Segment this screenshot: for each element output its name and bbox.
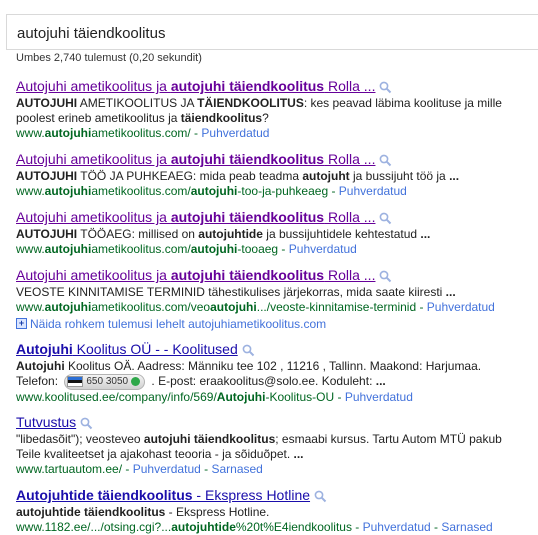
snippet-line: Autojuhi Koolitus OÄ. Aadress: Männiku t… xyxy=(16,359,482,373)
result-snippet: AUTOJUHI TÖÖAEG: millised on autojuhtide… xyxy=(16,227,536,242)
cached-link[interactable]: Puhverdatud xyxy=(363,520,431,534)
phone-number: 650 3050 xyxy=(86,376,129,387)
snippet-line: AUTOJUHI TÖÖAEG: millised on autojuhtide… xyxy=(16,227,431,241)
result-title-link[interactable]: Autojuhi ametikoolitus ja autojuhi täien… xyxy=(16,267,375,283)
search-result: Tutvustus "libedasõit"); veosteveo autoj… xyxy=(16,413,536,476)
result-snippet: AUTOJUHI TÖÖ JA PUHKEAEG: mida peab tead… xyxy=(16,169,536,184)
search-result: Autojuhtide täiendkoolitus - Ekspress Ho… xyxy=(16,486,536,534)
result-stats: Umbes 2,740 tulemust (0,20 sekundit) xyxy=(16,52,202,64)
result-title-link[interactable]: Autojuhi ametikoolitus ja autojuhi täien… xyxy=(16,209,375,225)
result-title-link[interactable]: Autojuhtide täiendkoolitus - Ekspress Ho… xyxy=(16,487,310,503)
cached-link[interactable]: Puhverdatud xyxy=(201,126,269,140)
result-title-link[interactable]: Autojuhi Koolitus OÜ - - Koolitused xyxy=(16,341,238,357)
result-url: www.koolitused.ee/company/info/569/Autoj… xyxy=(16,390,335,404)
magnifier-icon[interactable] xyxy=(314,489,327,503)
magnifier-icon[interactable] xyxy=(379,269,392,283)
result-url: www.tartuautom.ee/ xyxy=(16,462,123,476)
result-snippet: AUTOJUHI AMETIKOOLITUS JA TÄIENDKOOLITUS… xyxy=(16,96,536,126)
snippet-line: AUTOJUHI AMETIKOOLITUS JA TÄIENDKOOLITUS… xyxy=(16,96,502,110)
similar-link[interactable]: Sarnased xyxy=(441,520,492,534)
result-title-link[interactable]: Autojuhi ametikoolitus ja autojuhi täien… xyxy=(16,151,375,167)
result-title-link[interactable]: Autojuhi ametikoolitus ja autojuhi täien… xyxy=(16,78,375,94)
cached-link[interactable]: Puhverdatud xyxy=(345,390,413,404)
flag-icon xyxy=(67,375,84,387)
snippet-line: autojuhtide täiendkoolitus - Ekspress Ho… xyxy=(16,505,270,519)
snippet-line: Telefon: 650 3050 . E-post: eraakoolitus… xyxy=(16,374,536,390)
cached-link[interactable]: Puhverdatud xyxy=(427,300,495,314)
cached-link[interactable]: Puhverdatud xyxy=(339,184,407,198)
result-title-link[interactable]: Tutvustus xyxy=(16,414,76,430)
snippet-line: AUTOJUHI TÖÖ JA PUHKEAEG: mida peab tead… xyxy=(16,169,460,183)
results-list: Autojuhi ametikoolitus ja autojuhi täien… xyxy=(16,77,536,534)
telefon-label: Telefon: xyxy=(16,374,62,389)
search-result: Autojuhi ametikoolitus ja autojuhi täien… xyxy=(16,150,536,198)
result-url: www.autojuhiametikoolitus.com/autojuhi-t… xyxy=(16,242,279,256)
search-result: Autojuhi Koolitus OÜ - - Koolitused Auto… xyxy=(16,340,536,404)
magnifier-icon[interactable] xyxy=(379,211,392,225)
expand-plus-icon: + xyxy=(16,318,27,330)
snippet-line: "libedasõit"); veosteveo autojuhi täiend… xyxy=(16,432,502,446)
result-snippet: VEOSTE KINNITAMISE TERMINID tähestikulis… xyxy=(16,285,536,300)
call-icon xyxy=(131,376,141,386)
result-url: www.autojuhiametikoolitus.com/autojuhi-t… xyxy=(16,184,329,198)
search-result: Autojuhi ametikoolitus ja autojuhi täien… xyxy=(16,208,536,256)
cached-link[interactable]: Puhverdatud xyxy=(133,462,201,476)
result-snippet: "libedasõit"); veosteveo autojuhi täiend… xyxy=(16,432,536,462)
more-results-link[interactable]: Näida rohkem tulemusi lehelt autojuhiame… xyxy=(30,317,326,332)
search-result: Autojuhi ametikoolitus ja autojuhi täien… xyxy=(16,266,536,331)
cached-link[interactable]: Puhverdatud xyxy=(289,242,357,256)
result-snippet: Autojuhi Koolitus OÄ. Aadress: Männiku t… xyxy=(16,359,536,390)
magnifier-icon[interactable] xyxy=(242,343,255,357)
search-input[interactable] xyxy=(17,23,517,43)
similar-link[interactable]: Sarnased xyxy=(211,462,262,476)
result-url: www.1182.ee/.../otsing.cgi?...autojuhtid… xyxy=(16,520,352,534)
snippet-line: poolest erineb ametikoolitus ja täiendko… xyxy=(16,111,269,125)
magnifier-icon[interactable] xyxy=(80,416,93,430)
snippet-line: Teile kvaliteetset ja ajakohast teooria … xyxy=(16,447,304,461)
phone-badge[interactable]: 650 3050 xyxy=(64,374,146,390)
result-url: www.autojuhiametikoolitus.com/veoautojuh… xyxy=(16,300,417,314)
snippet-rest: . E-post: eraakoolitus@solo.ee. Koduleht… xyxy=(148,374,386,389)
search-result: Autojuhi ametikoolitus ja autojuhi täien… xyxy=(16,77,536,140)
result-snippet: autojuhtide täiendkoolitus - Ekspress Ho… xyxy=(16,505,536,520)
magnifier-icon[interactable] xyxy=(379,153,392,167)
result-url: www.autojuhiametikoolitus.com/ xyxy=(16,126,191,140)
search-bar xyxy=(6,14,538,50)
magnifier-icon[interactable] xyxy=(379,80,392,94)
snippet-line: VEOSTE KINNITAMISE TERMINID tähestikulis… xyxy=(16,285,456,299)
